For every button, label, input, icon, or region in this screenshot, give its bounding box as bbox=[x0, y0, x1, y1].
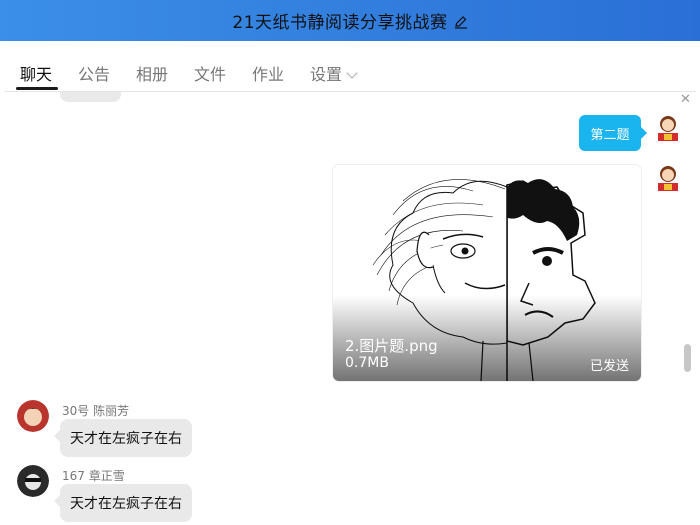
message-text: 天才在左疯子在右 bbox=[70, 431, 182, 447]
file-size: 0.7MB bbox=[345, 355, 389, 371]
chat-scrollbar[interactable] bbox=[684, 344, 691, 372]
self-avatar-2[interactable] bbox=[652, 162, 684, 194]
title-bar: 21天纸书静阅读分享挑战赛 bbox=[0, 0, 700, 41]
previous-message-bubble bbox=[60, 92, 121, 102]
image-file-message[interactable]: 2.图片题.png 0.7MB 已发送 bbox=[333, 165, 641, 381]
tab-album[interactable]: 相册 bbox=[136, 61, 168, 85]
edit-icon[interactable] bbox=[454, 15, 468, 29]
group-title: 21天纸书静阅读分享挑战赛 bbox=[232, 13, 448, 33]
active-tab-indicator bbox=[16, 87, 58, 90]
incoming-message-bubble[interactable]: 天才在左疯子在右 bbox=[54, 419, 192, 457]
sender-name: 167 章正雪 bbox=[62, 469, 125, 483]
chevron-down-icon bbox=[346, 67, 358, 79]
tab-homework[interactable]: 作业 bbox=[252, 61, 284, 85]
sender-name: 30号 陈丽芳 bbox=[62, 404, 130, 418]
avatar-zhang-zhengxue[interactable] bbox=[17, 465, 49, 497]
incoming-message-bubble[interactable]: 天才在左疯子在右 bbox=[54, 484, 192, 522]
send-status: 已发送 bbox=[589, 359, 629, 374]
tab-files[interactable]: 文件 bbox=[194, 61, 226, 85]
tab-settings[interactable]: 设置 bbox=[310, 61, 358, 85]
outgoing-message-text: 第二题 bbox=[590, 127, 630, 143]
tab-chat[interactable]: 聊天 bbox=[20, 61, 52, 85]
outgoing-message-bubble[interactable]: 第二题 bbox=[579, 115, 647, 151]
chat-area[interactable]: ✕ 第二题 2.图片题.png 0.7MB 已发送 30号 陈丽芳 天才在左疯子… bbox=[0, 92, 700, 525]
file-name: 2.图片题.png bbox=[345, 337, 438, 355]
avatar-chen-lifang[interactable] bbox=[17, 400, 49, 432]
tab-announcement[interactable]: 公告 bbox=[78, 61, 110, 85]
tab-bar: 聊天 公告 相册 文件 作业 设置 bbox=[4, 41, 696, 92]
message-text: 天才在左疯子在右 bbox=[70, 496, 182, 512]
tab-settings-label: 设置 bbox=[310, 65, 343, 84]
self-avatar[interactable] bbox=[652, 112, 684, 144]
close-icon[interactable]: ✕ bbox=[680, 92, 691, 107]
